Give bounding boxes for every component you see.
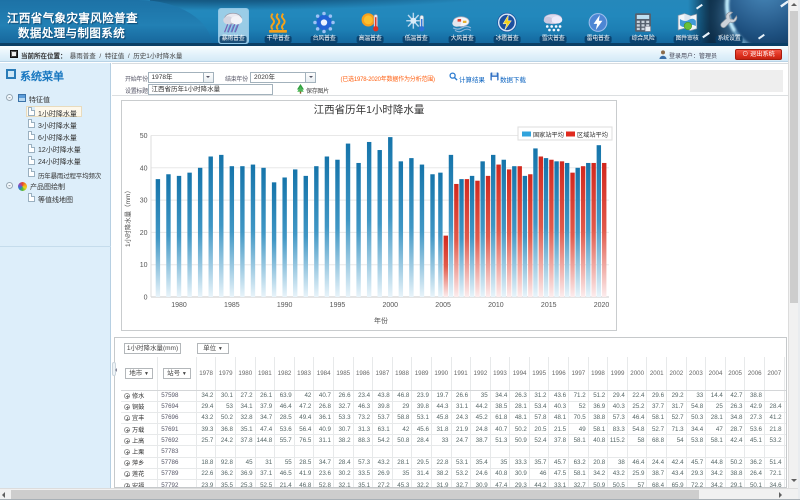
svg-text:1995: 1995 <box>330 302 346 309</box>
svg-text:2005: 2005 <box>435 302 451 309</box>
svg-text:江西省历年1小时降水量: 江西省历年1小时降水量 <box>314 103 425 116</box>
svg-text:40: 40 <box>140 165 148 172</box>
svg-text:50: 50 <box>140 133 148 140</box>
svg-text:2015: 2015 <box>541 302 557 309</box>
svg-text:1990: 1990 <box>277 302 293 309</box>
svg-text:30: 30 <box>140 198 148 205</box>
svg-text:2000: 2000 <box>382 302 398 309</box>
svg-text:国家站平均: 国家站平均 <box>533 131 564 139</box>
svg-text:2010: 2010 <box>488 302 504 309</box>
svg-text:1980: 1980 <box>171 302 187 309</box>
svg-text:1小时降水量（mm）: 1小时降水量（mm） <box>123 187 132 247</box>
svg-text:1985: 1985 <box>224 302 240 309</box>
svg-text:20: 20 <box>140 230 148 237</box>
svg-text:年份: 年份 <box>374 316 388 325</box>
svg-text:2020: 2020 <box>594 302 610 309</box>
svg-text:0: 0 <box>144 295 148 302</box>
svg-text:10: 10 <box>140 262 148 269</box>
svg-text:区域站平均: 区域站平均 <box>577 131 608 139</box>
